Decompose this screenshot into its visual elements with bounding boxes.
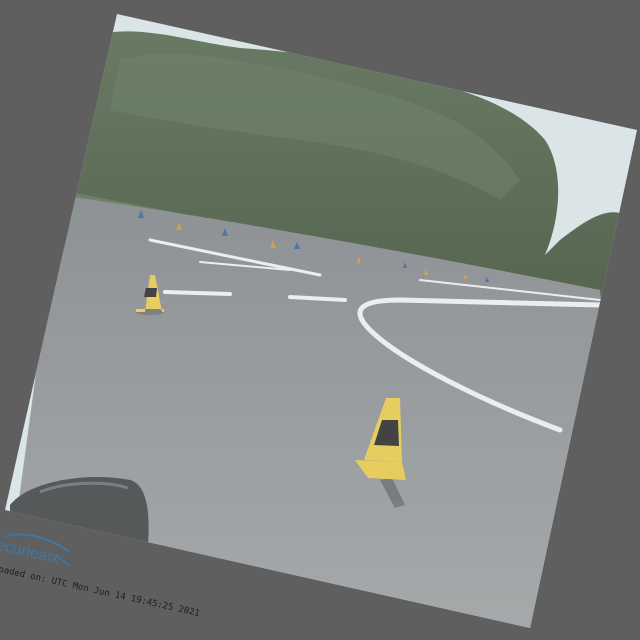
watermark-logo: ecurieaix <box>0 533 70 567</box>
timestamp-text: oaded on: UTC Mon Jun 14 19:45:25 2021 <box>0 565 201 619</box>
photo-scene: ecurieaix oaded on: UTC Mon Jun 14 19:45… <box>0 14 637 628</box>
photo-haze <box>5 14 637 628</box>
